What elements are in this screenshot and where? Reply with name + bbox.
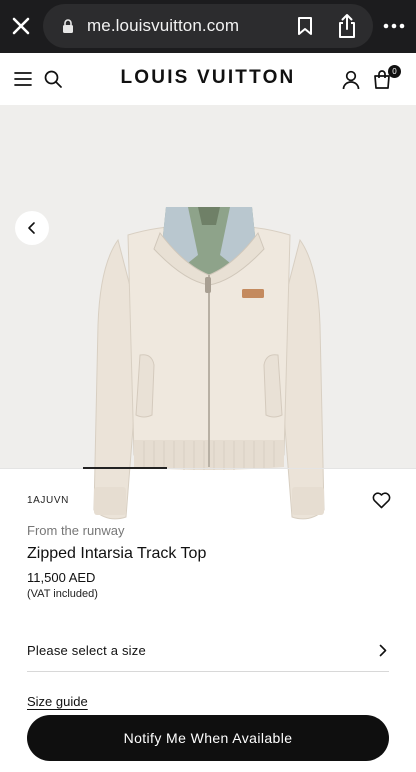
image-divider (0, 468, 416, 469)
zipped-cardigan-image (93, 207, 325, 520)
url-text: me.louisvuitton.com (87, 16, 240, 35)
product-image[interactable] (0, 105, 416, 520)
lock-icon (63, 19, 73, 33)
size-guide-link[interactable]: Size guide (27, 694, 88, 709)
heart-icon[interactable] (372, 492, 391, 509)
account-icon[interactable] (342, 70, 360, 90)
product-title: Zipped Intarsia Track Top (27, 545, 207, 562)
more-icon[interactable] (383, 20, 405, 32)
back-button[interactable] (15, 211, 49, 245)
product-price: 11,500 AED (27, 570, 96, 585)
browser-toolbar: me.louisvuitton.com (0, 0, 416, 53)
product-subtitle: From the runway (27, 523, 125, 538)
product-sku: 1AJUVN (27, 495, 69, 506)
chevron-left-icon (28, 222, 35, 234)
size-selector[interactable]: Please select a size (27, 633, 389, 672)
close-icon[interactable] (9, 14, 33, 38)
image-pagination-indicator (83, 467, 167, 469)
address-bar[interactable]: me.louisvuitton.com (43, 4, 373, 48)
chevron-right-icon (379, 644, 387, 657)
notify-me-button[interactable]: Notify Me When Available (27, 715, 389, 761)
vat-note: (VAT included) (27, 588, 98, 600)
size-selector-label: Please select a size (27, 643, 146, 658)
site-header: LOUIS VUITTON 0 (0, 53, 416, 105)
bookmark-icon[interactable] (296, 16, 314, 36)
share-icon[interactable] (336, 13, 358, 39)
bag-count-badge: 0 (388, 65, 401, 78)
